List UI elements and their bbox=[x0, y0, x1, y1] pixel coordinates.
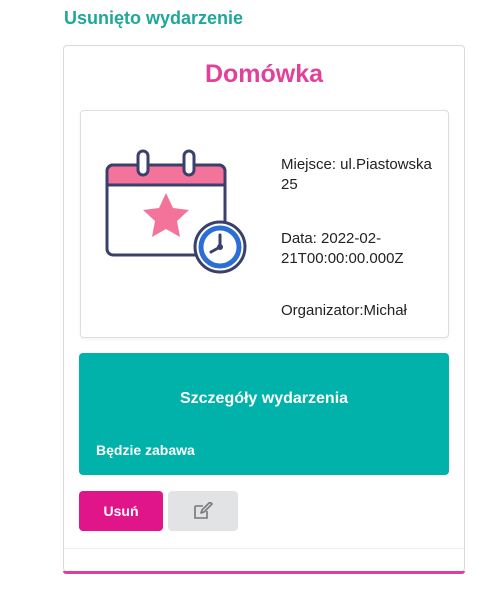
edit-button[interactable] bbox=[168, 491, 238, 531]
event-place: Miejsce: ul.Piastowska 25 bbox=[281, 156, 432, 193]
event-organizer: Organizator:Michał bbox=[281, 302, 407, 319]
card-footer-divider bbox=[64, 548, 464, 549]
event-title: Domówka bbox=[204, 60, 324, 88]
event-description-box: Szczegóły wydarzenia Będzie zabawa bbox=[79, 353, 449, 475]
details-heading: Szczegóły wydarzenia bbox=[179, 390, 349, 407]
delete-button[interactable]: Usuń bbox=[79, 491, 163, 531]
event-date: Data: 2022-02-21T00:00:00.000Z bbox=[281, 230, 404, 267]
deleted-event-notice: Usunięto wydarzenie bbox=[64, 8, 244, 28]
event-card: Domówka Miejsce: ul.Piastowska 25 Data: … bbox=[63, 45, 465, 572]
edit-icon bbox=[194, 502, 213, 519]
card-accent-border bbox=[63, 571, 465, 574]
event-info-box: Miejsce: ul.Piastowska 25 Data: 2022-02-… bbox=[80, 110, 449, 338]
event-description: Będzie zabawa bbox=[96, 442, 195, 458]
calendar-clock-icon bbox=[105, 149, 247, 274]
